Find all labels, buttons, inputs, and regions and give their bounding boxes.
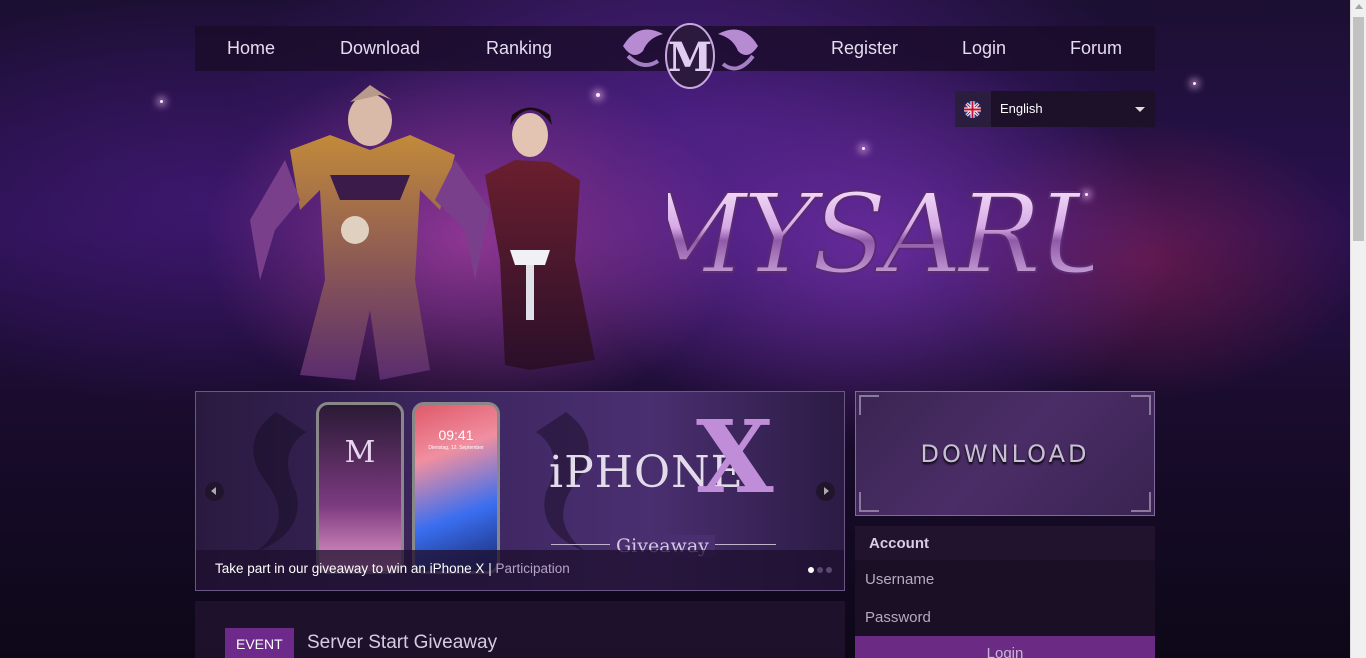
chevron-left-icon <box>211 487 216 495</box>
nav-home[interactable]: Home <box>227 26 275 71</box>
account-heading: Account <box>869 535 929 552</box>
news-panel: EVENT Server Start Giveaway <box>195 601 845 658</box>
mysaru-title-logo: MYSARU <box>668 169 1093 299</box>
nav-download[interactable]: Download <box>340 26 420 71</box>
username-field-wrapper <box>855 560 1155 598</box>
slider-dot[interactable] <box>808 567 814 573</box>
nav-ranking[interactable]: Ranking <box>486 26 552 71</box>
scrollbar-thumb[interactable] <box>1353 17 1364 241</box>
nav-login[interactable]: Login <box>962 26 1006 71</box>
account-panel: Account Login <box>855 526 1155 658</box>
download-label: DOWNLOAD <box>920 440 1090 468</box>
download-button[interactable]: DOWNLOAD <box>855 391 1155 516</box>
language-label: English <box>1000 101 1043 116</box>
mysaru-title-text: MYSARU <box>668 170 1093 298</box>
slider-caption: Take part in our giveaway to win an iPho… <box>215 561 570 576</box>
promo-x: X <box>696 398 774 516</box>
news-title[interactable]: Server Start Giveaway <box>307 632 497 654</box>
phone-time: 09:41 <box>438 427 474 443</box>
dragon-silhouette-left <box>253 412 306 552</box>
login-button[interactable]: Login <box>855 636 1155 658</box>
news-slider: M 09:41 Dienstag, 12. September iPHONE X… <box>195 391 845 591</box>
slider-caption-bar: Take part in our giveaway to win an iPho… <box>196 550 844 590</box>
phone-logo: M <box>344 435 376 470</box>
scroll-up-arrow-icon[interactable] <box>1355 4 1363 9</box>
language-select[interactable]: English <box>955 91 1155 127</box>
nav-register[interactable]: Register <box>831 26 898 71</box>
slider-dot[interactable] <box>817 567 823 573</box>
slider-next-button[interactable] <box>816 482 835 501</box>
password-input[interactable] <box>855 598 1155 636</box>
flag-box <box>955 91 991 127</box>
nav-forum[interactable]: Forum <box>1070 26 1122 71</box>
uk-flag-icon <box>964 101 981 118</box>
site-logo-emblem[interactable]: M <box>618 16 763 92</box>
hero-characters-illustration <box>250 85 595 380</box>
slider-prev-button[interactable] <box>205 482 224 501</box>
caption-separator: | <box>488 561 492 576</box>
slider-dot[interactable] <box>826 567 832 573</box>
slider-dots <box>805 560 832 578</box>
logo-letter: M <box>668 34 712 81</box>
star-sparkle <box>160 100 163 103</box>
star-sparkle <box>1193 82 1196 85</box>
participation-link[interactable]: Participation <box>495 561 569 576</box>
chevron-down-icon <box>1135 107 1145 112</box>
phone-date: Dienstag, 12. September <box>428 445 484 451</box>
event-badge: EVENT <box>225 628 294 658</box>
star-sparkle <box>862 147 865 150</box>
password-field-wrapper <box>855 598 1155 636</box>
username-input[interactable] <box>855 560 1155 598</box>
chevron-right-icon <box>824 487 829 495</box>
slider-caption-text: Take part in our giveaway to win an iPho… <box>215 561 485 576</box>
phone-front-image: 09:41 Dienstag, 12. September <box>412 402 500 574</box>
phone-back-image: M <box>316 402 404 574</box>
page-scrollbar[interactable] <box>1350 0 1366 658</box>
